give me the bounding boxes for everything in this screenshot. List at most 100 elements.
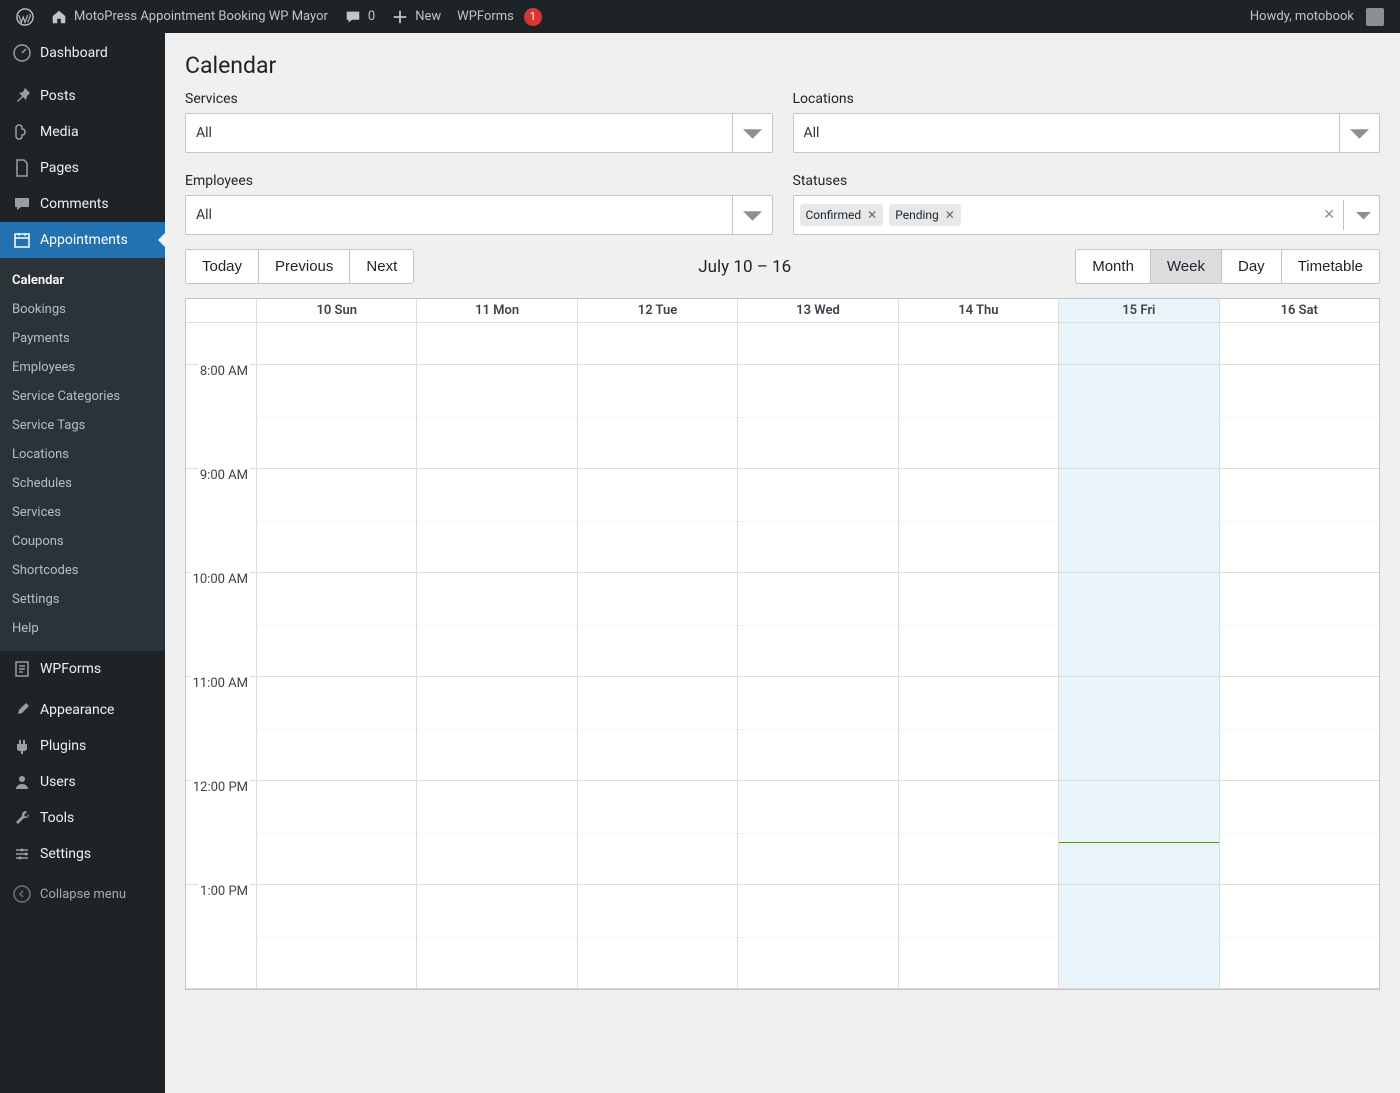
allday-cell[interactable]	[257, 323, 417, 364]
sidebar-item-tools[interactable]: Tools	[0, 800, 165, 836]
submenu-item-service-categories[interactable]: Service Categories	[0, 382, 165, 411]
allday-cell[interactable]	[1220, 323, 1379, 364]
hour-cell[interactable]	[1059, 677, 1218, 781]
hour-cell[interactable]	[578, 781, 737, 885]
hour-cell[interactable]	[257, 677, 416, 781]
day-header[interactable]: 10 Sun	[257, 299, 417, 322]
hour-cell[interactable]	[1059, 365, 1218, 469]
hour-cell[interactable]	[899, 365, 1058, 469]
submenu-item-shortcodes[interactable]: Shortcodes	[0, 556, 165, 585]
hour-cell[interactable]	[738, 573, 897, 677]
submenu-item-employees[interactable]: Employees	[0, 353, 165, 382]
employees-select[interactable]: All	[185, 195, 773, 235]
sidebar-item-users[interactable]: Users	[0, 764, 165, 800]
hour-cell[interactable]	[899, 885, 1058, 989]
locations-select[interactable]: All	[793, 113, 1381, 153]
remove-tag-icon[interactable]: ✕	[867, 208, 877, 222]
hour-cell[interactable]	[1220, 469, 1379, 573]
hour-cell[interactable]	[738, 677, 897, 781]
remove-tag-icon[interactable]: ✕	[945, 208, 955, 222]
hour-cell[interactable]	[738, 365, 897, 469]
hour-cell[interactable]	[738, 469, 897, 573]
sidebar-item-appointments[interactable]: Appointments	[0, 222, 165, 258]
hour-cell[interactable]	[578, 365, 737, 469]
user-account[interactable]: Howdy, motobook	[1242, 0, 1392, 33]
hour-cell[interactable]	[578, 469, 737, 573]
day-header[interactable]: 16 Sat	[1220, 299, 1379, 322]
site-name[interactable]: MotoPress Appointment Booking WP Mayor	[42, 0, 336, 33]
wp-logo[interactable]	[8, 0, 42, 33]
allday-cell[interactable]	[738, 323, 898, 364]
hour-cell[interactable]	[899, 573, 1058, 677]
submenu-item-coupons[interactable]: Coupons	[0, 527, 165, 556]
wpforms-link[interactable]: WPForms 1	[449, 0, 550, 33]
hour-cell[interactable]	[1220, 677, 1379, 781]
sidebar-item-wpforms[interactable]: WPForms	[0, 651, 165, 687]
clear-statuses-icon[interactable]: ✕	[1323, 207, 1335, 223]
hour-cell[interactable]	[738, 885, 897, 989]
hour-cell[interactable]	[257, 885, 416, 989]
submenu-item-locations[interactable]: Locations	[0, 440, 165, 469]
day-header[interactable]: 13 Wed	[738, 299, 898, 322]
hour-cell[interactable]	[417, 365, 576, 469]
previous-button[interactable]: Previous	[259, 249, 350, 284]
statuses-select[interactable]: Confirmed ✕ Pending ✕ ✕	[793, 195, 1381, 235]
hour-cell[interactable]	[417, 573, 576, 677]
hour-cell[interactable]	[578, 573, 737, 677]
submenu-item-settings[interactable]: Settings	[0, 585, 165, 614]
day-header[interactable]: 11 Mon	[417, 299, 577, 322]
hour-cell[interactable]	[899, 469, 1058, 573]
submenu-item-payments[interactable]: Payments	[0, 324, 165, 353]
hour-cell[interactable]	[578, 677, 737, 781]
hour-cell[interactable]	[1059, 469, 1218, 573]
day-header[interactable]: 14 Thu	[899, 299, 1059, 322]
services-select[interactable]: All	[185, 113, 773, 153]
hour-cell[interactable]	[899, 677, 1058, 781]
sidebar-item-dashboard[interactable]: Dashboard	[0, 33, 165, 73]
hour-cell[interactable]	[1059, 781, 1218, 885]
hour-cell[interactable]	[257, 365, 416, 469]
submenu-item-services[interactable]: Services	[0, 498, 165, 527]
new-content[interactable]: New	[383, 0, 449, 33]
sidebar-item-comments[interactable]: Comments	[0, 186, 165, 222]
hour-cell[interactable]	[1220, 365, 1379, 469]
day-header[interactable]: 15 Fri	[1059, 299, 1219, 322]
sidebar-item-settings[interactable]: Settings	[0, 836, 165, 872]
sidebar-item-pages[interactable]: Pages	[0, 150, 165, 186]
sidebar-item-appearance[interactable]: Appearance	[0, 692, 165, 728]
hour-cell[interactable]	[417, 885, 576, 989]
submenu-item-calendar[interactable]: Calendar	[0, 266, 165, 295]
hour-cell[interactable]	[1220, 573, 1379, 677]
view-button-month[interactable]: Month	[1075, 249, 1151, 284]
next-button[interactable]: Next	[350, 249, 414, 284]
submenu-item-bookings[interactable]: Bookings	[0, 295, 165, 324]
allday-cell[interactable]	[899, 323, 1059, 364]
allday-cell[interactable]	[1059, 323, 1219, 364]
hour-cell[interactable]	[1059, 885, 1218, 989]
collapse-menu[interactable]: Collapse menu	[0, 876, 165, 912]
view-button-day[interactable]: Day	[1222, 249, 1282, 284]
hour-cell[interactable]	[417, 469, 576, 573]
hour-cell[interactable]	[417, 677, 576, 781]
hour-cell[interactable]	[738, 781, 897, 885]
sidebar-item-posts[interactable]: Posts	[0, 78, 165, 114]
hour-cell[interactable]	[578, 885, 737, 989]
day-header[interactable]: 12 Tue	[578, 299, 738, 322]
comments-link[interactable]: 0	[336, 0, 383, 33]
hour-cell[interactable]	[257, 573, 416, 677]
hour-cell[interactable]	[899, 781, 1058, 885]
hour-cell[interactable]	[257, 781, 416, 885]
view-button-week[interactable]: Week	[1151, 249, 1222, 284]
view-button-timetable[interactable]: Timetable	[1282, 249, 1380, 284]
hour-cell[interactable]	[1220, 885, 1379, 989]
sidebar-item-media[interactable]: Media	[0, 114, 165, 150]
sidebar-item-plugins[interactable]: Plugins	[0, 728, 165, 764]
hour-cell[interactable]	[417, 781, 576, 885]
today-button[interactable]: Today	[185, 249, 259, 284]
submenu-item-service-tags[interactable]: Service Tags	[0, 411, 165, 440]
allday-cell[interactable]	[578, 323, 738, 364]
hour-cell[interactable]	[257, 469, 416, 573]
submenu-item-help[interactable]: Help	[0, 614, 165, 643]
hour-cell[interactable]	[1059, 573, 1218, 677]
submenu-item-schedules[interactable]: Schedules	[0, 469, 165, 498]
